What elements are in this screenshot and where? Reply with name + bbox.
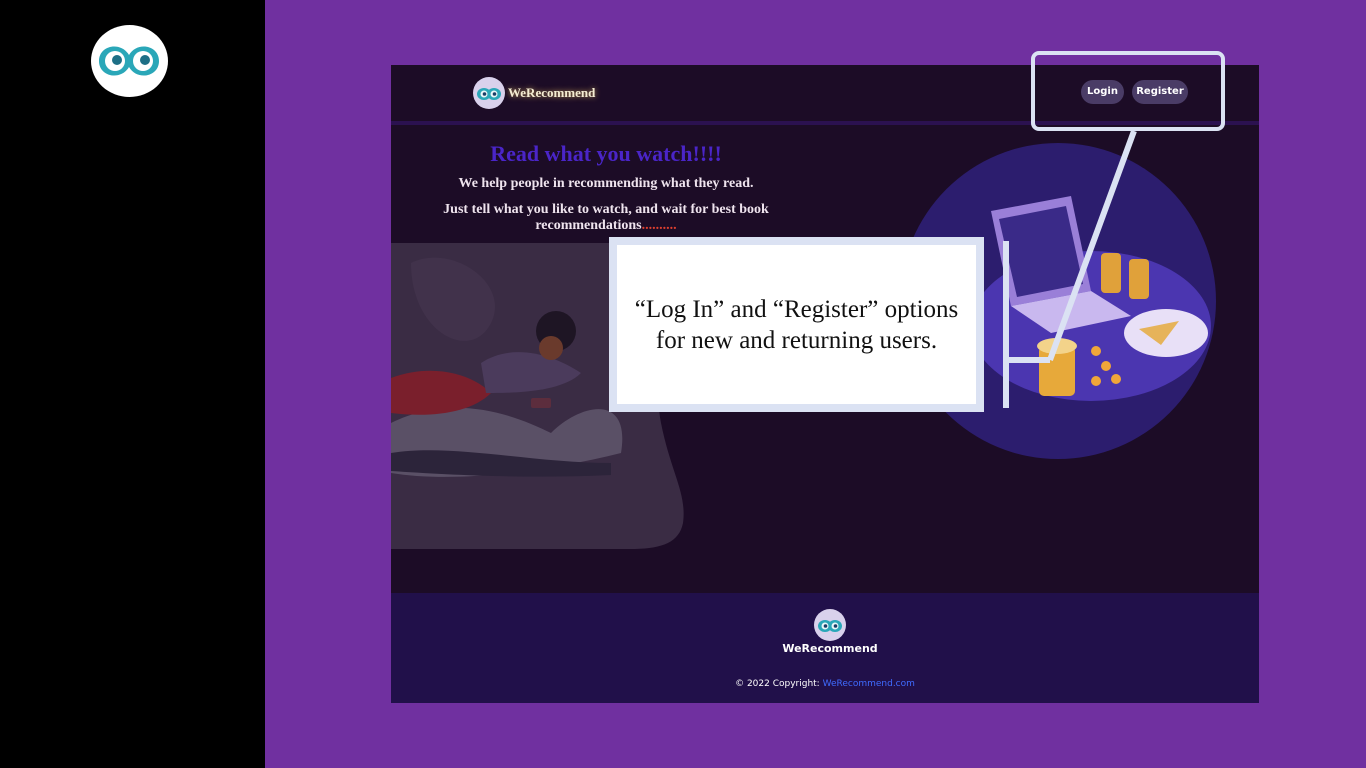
site-footer: WeRecommend © 2022 Copyright: WeRecommen… [391,593,1259,703]
copyright-text: © 2022 Copyright: WeRecommend.com [391,679,1259,689]
hero-description: Just tell what you like to watch, and wa… [411,202,801,234]
hero-subtitle: We help people in recommending what they… [458,176,754,191]
callout-text: “Log In” and “Register” options for new … [634,295,959,354]
hero-title: Read what you watch!!!! [490,141,722,166]
slide-sidebar [0,0,265,768]
copyright-prefix: © 2022 Copyright: [735,679,823,689]
hero-description-text: Just tell what you like to watch, and wa… [443,202,769,233]
owl-logo-icon[interactable] [473,77,505,109]
footer-brand-name: WeRecommend [782,642,878,655]
login-register-highlight [1031,51,1225,131]
hero-dots: .......... [641,218,677,233]
callout-box: “Log In” and “Register” options for new … [609,237,984,412]
presentation-slide: WeRecommend Login Register Read what you… [0,0,1366,768]
copyright-link[interactable]: WeRecommend.com [823,679,915,689]
brand-name[interactable]: WeRecommend [508,85,595,101]
owl-logo-icon [814,609,846,641]
owl-eyes-logo-icon [91,25,168,97]
